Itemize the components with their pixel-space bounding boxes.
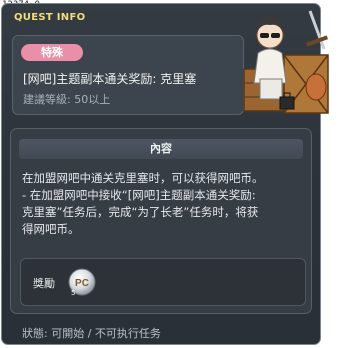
description-line-1: 在加盟网吧中通关克里塞时，可以获得网吧币。 xyxy=(22,171,264,185)
reward-panel: 獎勵 PC 5 xyxy=(20,258,306,306)
npc-sunglasses xyxy=(271,33,280,38)
description-line-2: - 在加盟网吧中接收“[网吧]主题副本通关奖励: xyxy=(22,188,256,202)
reward-quantity: 5 xyxy=(71,289,75,297)
quest-title: [网吧]主题副本通关奖励: 克里塞 xyxy=(23,72,197,86)
quest-header-panel: 特殊 [网吧]主题副本通关奖励: 克里塞 建議等級: 50以上 xyxy=(12,35,244,115)
npc-robe xyxy=(253,48,287,84)
npc-sunglasses xyxy=(260,33,269,38)
reward-label: 獎勵 xyxy=(33,277,55,290)
sword-guard xyxy=(305,35,329,47)
pc-coin-icon[interactable]: PC 5 xyxy=(67,267,97,297)
content-header: 內容 xyxy=(19,139,303,159)
quest-status: 狀態: 可開始 / 不可执行任务 xyxy=(22,327,161,340)
description-line-4: 得网吧币。 xyxy=(22,222,80,236)
window-title: QUEST INFO xyxy=(14,12,86,23)
npc-legs xyxy=(259,78,283,100)
vase xyxy=(305,73,327,101)
npc-portrait xyxy=(243,10,329,114)
coin-label: PC xyxy=(75,278,89,289)
description-line-3: 克里塞”任务后，完成“为了长老”任务时，将获 xyxy=(22,205,259,219)
quest-type-badge: 特殊 xyxy=(21,44,83,61)
recommended-level: 建議等級: 50以上 xyxy=(23,93,111,106)
briefcase xyxy=(279,96,295,110)
